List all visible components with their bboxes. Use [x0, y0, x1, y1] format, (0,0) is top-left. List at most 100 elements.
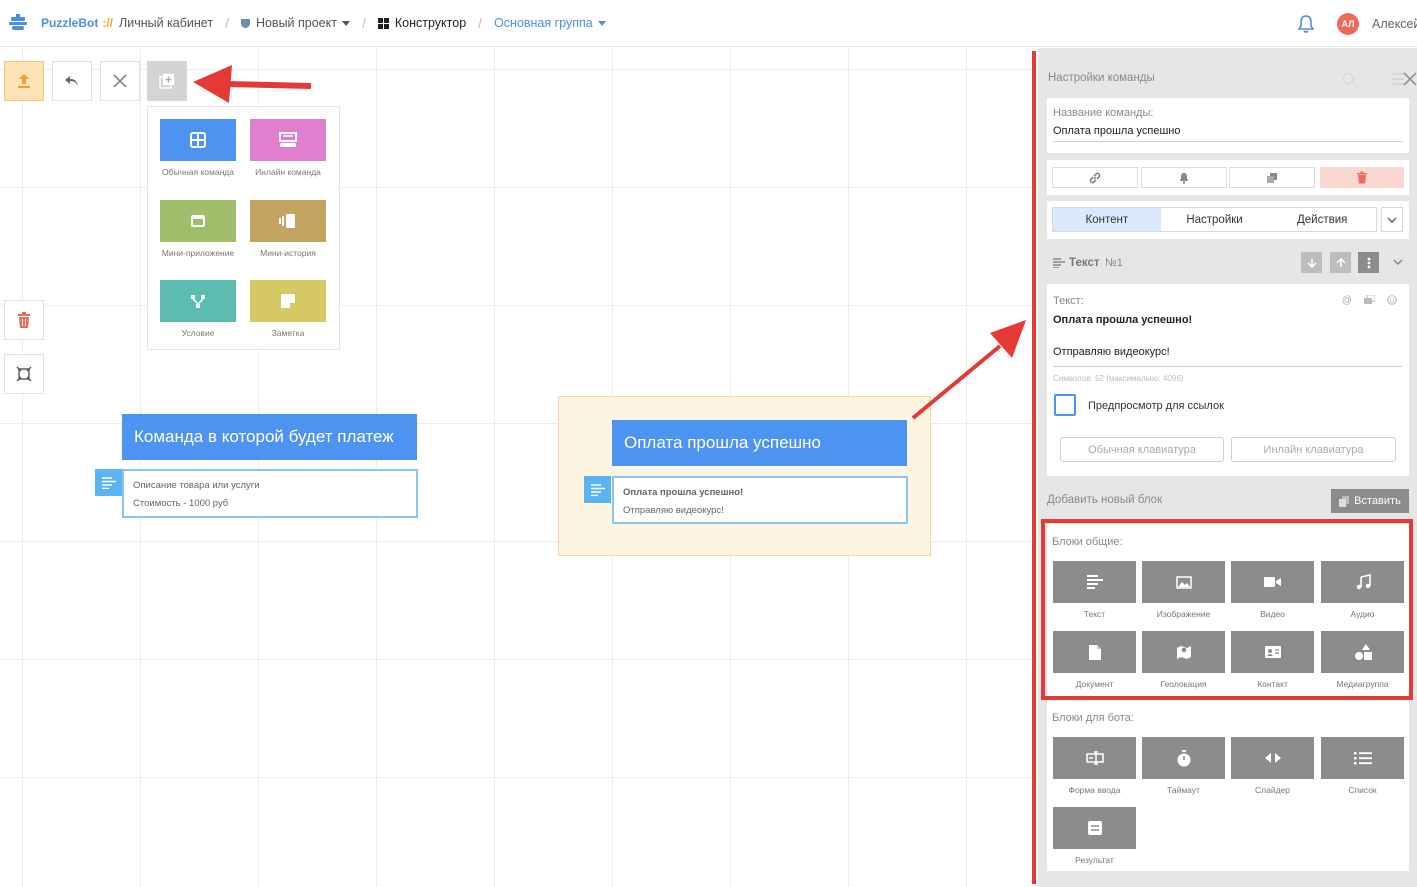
menu-item-label: Заметка	[271, 328, 305, 338]
text-block-tag	[584, 476, 611, 503]
command-name-label: Название команды:	[1053, 107, 1154, 119]
inline-keyboard-button[interactable]: Инлайн клавиатура	[1231, 437, 1396, 462]
panel-tabs: Контент Настройки Действия	[1052, 207, 1377, 232]
menu-item-tile	[250, 119, 326, 161]
command-settings-panel: Настройки команды Название команды: Опла…	[1038, 48, 1417, 887]
bell-icon[interactable]	[1297, 14, 1315, 34]
slider-icon	[1264, 753, 1281, 763]
block-result-label: Результат	[1075, 855, 1114, 865]
delete-command-button[interactable]	[1320, 167, 1404, 188]
char-counter: Символов: 52 (максимально: 4096)	[1053, 374, 1184, 383]
close-button[interactable]	[100, 61, 140, 101]
menu-item-mini-story[interactable]: Мини-история	[250, 200, 326, 258]
command-node-title[interactable]: Оплата прошла успешно	[612, 420, 907, 466]
menu-item-inline-command[interactable]: Инлайн команда	[250, 119, 326, 177]
text-editor-area[interactable]: Оплата прошла успешно! Отправляю видеоку…	[1053, 314, 1402, 367]
breadcrumb-separator: /	[361, 15, 366, 31]
grid-icon	[190, 132, 206, 148]
mention-icon[interactable]: @	[1342, 295, 1352, 306]
arrow-down-icon	[1306, 258, 1317, 268]
tabs-more-button[interactable]	[1381, 207, 1403, 232]
media-icon[interactable]	[1364, 295, 1375, 305]
tab-settings[interactable]: Настройки	[1161, 208, 1269, 231]
breadcrumb-cabinet[interactable]: Личный кабинет	[119, 16, 213, 30]
block-list-button[interactable]	[1321, 737, 1404, 779]
branch-icon	[191, 295, 205, 308]
fit-view-button[interactable]	[4, 354, 44, 394]
breadcrumb-group[interactable]: Основная группа	[494, 16, 606, 30]
menu-item-label: Мини-история	[260, 248, 316, 258]
search-icon[interactable]	[1342, 72, 1358, 88]
add-command-button[interactable]	[147, 61, 187, 101]
text-block-title: Текст	[1069, 257, 1100, 269]
paste-label: Вставить	[1354, 495, 1401, 507]
paste-button[interactable]: Вставить	[1331, 489, 1409, 513]
avatar[interactable]: АЛ	[1337, 12, 1359, 35]
undo-icon	[65, 76, 78, 86]
breadcrumb-constructor-label: Конструктор	[394, 16, 467, 30]
block-options-button[interactable]	[1358, 252, 1379, 273]
arrow-up-icon	[1335, 257, 1346, 267]
block-result-button[interactable]	[1053, 807, 1136, 849]
menu-item-note[interactable]: Заметка	[250, 280, 326, 338]
block-input-form-label: Форма ввода	[1068, 785, 1121, 795]
command-node-title[interactable]: Команда в которой будет платеж	[122, 414, 417, 460]
chevron-down-icon[interactable]	[1393, 259, 1403, 265]
add-copy-icon	[159, 74, 174, 89]
logo-text[interactable]: PuzzleBot	[41, 16, 98, 30]
command-node-body[interactable]: Оплата прошла успешно! Отправляю видеоку…	[612, 476, 908, 524]
inline-menu-icon	[279, 132, 297, 147]
text-line-2: Отправляю видеокурс!	[1053, 346, 1170, 358]
annotation-vertical-line	[1032, 51, 1036, 884]
tab-actions[interactable]: Действия	[1268, 208, 1376, 231]
node-text-line: Стоимость - 1000 руб	[133, 498, 229, 509]
constructor-canvas[interactable]: Обычная команда Инлайн команда Мини-прил…	[0, 48, 1038, 887]
menu-item-label: Обычная команда	[162, 167, 234, 177]
link-button[interactable]	[1052, 167, 1138, 188]
block-timeout-button[interactable]	[1142, 737, 1225, 779]
breadcrumb-constructor[interactable]: Конструктор	[377, 16, 467, 30]
tab-content[interactable]: Контент	[1053, 208, 1161, 231]
link-preview-checkbox[interactable]	[1054, 394, 1076, 416]
panel-title: Настройки команды	[1048, 72, 1155, 84]
top-header: PuzzleBot :// Личный кабинет / Новый про…	[0, 0, 1417, 47]
fit-screen-icon	[16, 366, 32, 382]
link-preview-label[interactable]: Предпросмотр для ссылок	[1088, 400, 1224, 412]
move-up-button[interactable]	[1330, 252, 1351, 273]
block-slider-button[interactable]	[1231, 737, 1314, 779]
command-node-body[interactable]: Описание товара или услуги Стоимость - 1…	[122, 469, 418, 518]
header-user-area: АЛ Алексей	[1297, 0, 1417, 47]
notify-button[interactable]	[1141, 167, 1227, 188]
menu-item-tile	[160, 119, 236, 161]
breadcrumb-separator: /	[225, 15, 229, 31]
paste-icon	[1339, 495, 1350, 507]
emoji-icon[interactable]	[1387, 295, 1397, 305]
move-down-button[interactable]	[1301, 252, 1322, 273]
block-timeout-label: Таймаут	[1167, 785, 1200, 795]
note-icon	[281, 294, 295, 308]
add-block-label: Добавить новый блок	[1047, 494, 1163, 506]
regular-keyboard-button[interactable]: Обычная клавиатура	[1060, 437, 1224, 462]
trash-icon	[1357, 171, 1367, 184]
menu-item-mini-app[interactable]: Мини-приложение	[160, 200, 236, 258]
breadcrumb-group-label: Основная группа	[494, 16, 593, 30]
block-input-form-button[interactable]	[1053, 737, 1136, 779]
command-name-input[interactable]: Оплата прошла успешно	[1053, 125, 1403, 142]
close-icon[interactable]	[1403, 72, 1417, 86]
close-icon	[113, 74, 127, 88]
upload-icon	[18, 74, 30, 88]
delete-button[interactable]	[4, 300, 44, 340]
undo-button[interactable]	[52, 61, 92, 101]
breadcrumb-project[interactable]: Новый проект	[240, 16, 350, 30]
copy-button[interactable]	[1229, 167, 1315, 188]
breadcrumb-separator: /	[478, 15, 483, 31]
user-name[interactable]: Алексей	[1372, 17, 1417, 31]
puzzlebot-logo-icon[interactable]	[8, 13, 28, 33]
text-icon	[590, 483, 605, 496]
grid-icon	[377, 18, 389, 30]
menu-item-condition[interactable]: Условие	[160, 280, 236, 338]
breadcrumb-project-label: Новый проект	[255, 16, 337, 30]
publish-button[interactable]	[4, 61, 44, 101]
menu-item-regular-command[interactable]: Обычная команда	[160, 119, 236, 177]
list-icon	[1353, 752, 1372, 765]
